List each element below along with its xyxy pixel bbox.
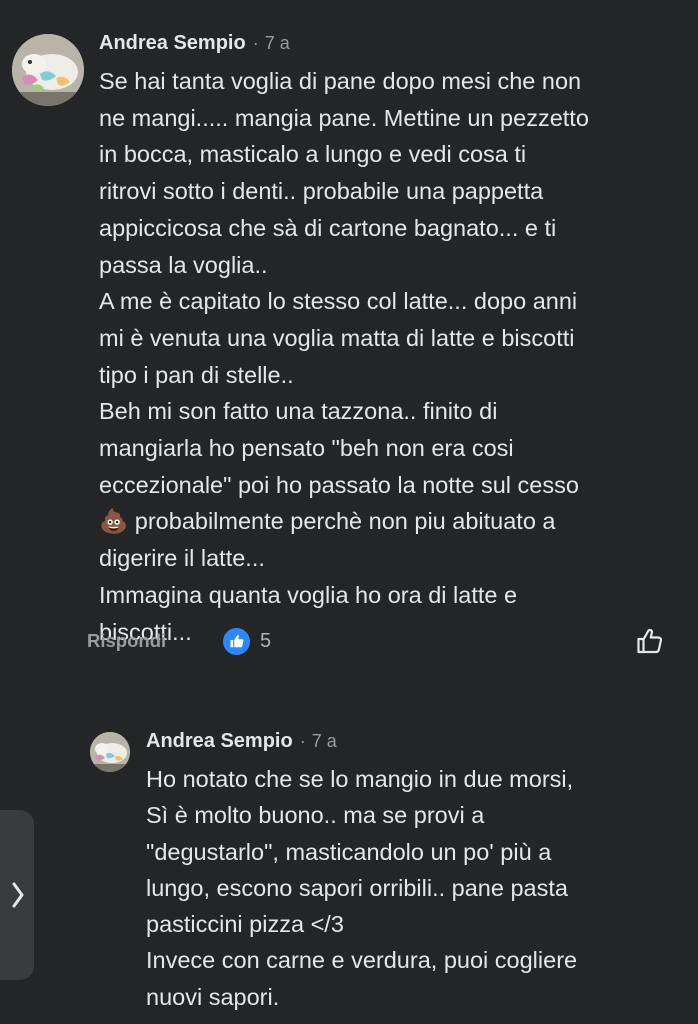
reply-text: Ho notato che se lo mangio in due morsi,… (146, 766, 578, 1010)
avatar-image (90, 732, 130, 772)
separator-dot: · (252, 33, 259, 53)
comment-body: Andrea Sempio · 7 a Se hai tanta voglia … (99, 32, 689, 650)
avatar-image (12, 34, 84, 106)
timestamp[interactable]: 7 a (312, 731, 337, 752)
comment-header: Andrea Sempio · 7 a (99, 32, 689, 66)
timestamp[interactable]: 7 a (265, 33, 290, 54)
reply-body: Andrea Sempio · 7 a Ho notato che se lo … (146, 730, 686, 1015)
reaction-summary[interactable]: 5 (223, 626, 271, 656)
reply-header: Andrea Sempio · 7 a (146, 730, 686, 764)
avatar[interactable] (12, 34, 84, 106)
comments-screen: Andrea Sempio · 7 a Se hai tanta voglia … (0, 0, 698, 1024)
comment-actions: Rispondi 5 (87, 626, 665, 656)
separator-dot: · (299, 731, 306, 751)
side-panel-toggle[interactable] (0, 810, 34, 980)
chevron-right-icon (12, 882, 24, 908)
like-button[interactable] (635, 626, 665, 656)
author-name[interactable]: Andrea Sempio (99, 32, 246, 55)
author-name[interactable]: Andrea Sempio (146, 730, 293, 753)
reply-button[interactable]: Rispondi (87, 630, 166, 652)
like-count: 5 (260, 629, 272, 652)
thumbs-up-outline-icon (637, 628, 663, 654)
comment-text: Se hai tanta voglia di pane dopo mesi ch… (99, 68, 589, 645)
thumbs-up-icon (223, 627, 250, 655)
avatar[interactable] (90, 732, 130, 772)
